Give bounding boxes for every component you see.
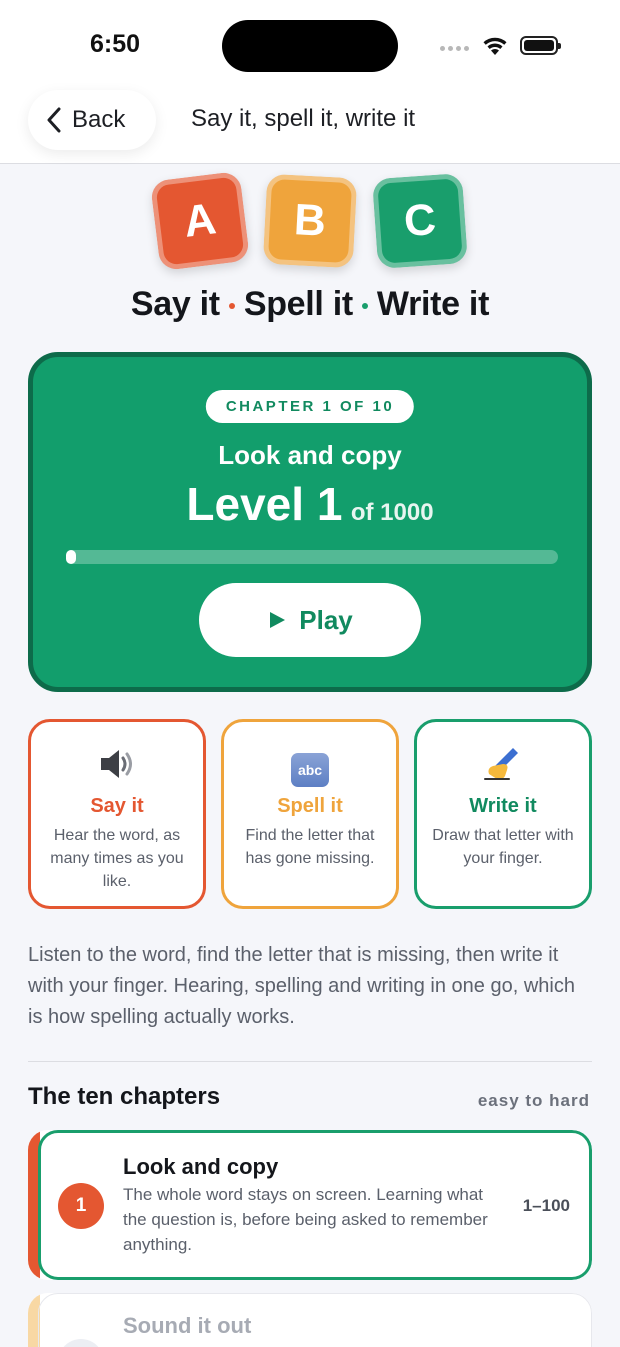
speaker-icon (31, 746, 203, 790)
logo-tile-c: C (371, 172, 469, 270)
section-title: The ten chapters (28, 1083, 221, 1110)
battery-icon (520, 36, 561, 55)
chapter-border (38, 1293, 592, 1347)
level-progress-bar (66, 550, 558, 564)
logo-tile-a: A (149, 170, 251, 272)
chapter-level-range: 1–100 (522, 1196, 570, 1215)
play-button[interactable]: Play (199, 583, 421, 657)
chapter-row-1[interactable]: 1 Look and copy The whole word stays on … (28, 1130, 592, 1280)
back-label: Back (72, 106, 126, 133)
mode-description: Draw that letter with your finger. (432, 827, 574, 867)
abc-icon: abc (224, 746, 396, 787)
mode-description: Find the letter that has gone missing. (245, 827, 375, 867)
dynamic-island (222, 20, 398, 72)
writing-hand-icon (417, 746, 589, 790)
chapter-badge: CHAPTER 1 OF 10 (205, 390, 415, 423)
tagline-say: Say it (130, 285, 220, 323)
status-bar: 6:50 (0, 0, 620, 90)
logo-tile-b: B (262, 173, 358, 269)
mode-title: Write it (469, 795, 537, 817)
separator-dot (228, 303, 235, 310)
chevron-left-icon (47, 107, 61, 133)
level-indicator: Level 1 of 1000 (33, 477, 587, 531)
level-progress-fill (66, 550, 76, 564)
cellular-signal-icon (440, 46, 469, 51)
mode-description: Hear the word, as many times as you like… (50, 827, 184, 890)
page-title: Say it, spell it, write it (191, 105, 416, 132)
chapter-name: Look and copy (218, 440, 402, 470)
intro-text: Listen to the word, find the letter that… (28, 944, 575, 1028)
separator-dot (361, 303, 368, 310)
level-label: Level 1 (186, 478, 343, 530)
status-time: 6:50 (90, 30, 141, 58)
chapter-row-2[interactable]: Sound it out (28, 1293, 592, 1347)
mode-card-write[interactable]: Write it Draw that letter with your fing… (414, 719, 592, 909)
divider (28, 1061, 592, 1062)
mode-card-say[interactable]: Say it Hear the word, as many times as y… (28, 719, 206, 909)
chapter-title: Look and copy (123, 1154, 279, 1179)
level-total: of 1000 (350, 499, 434, 526)
wifi-icon (483, 37, 507, 55)
current-level-card: CHAPTER 1 OF 10 Look and copy Level 1 of… (28, 352, 592, 692)
chapter-number-badge: 1 (58, 1183, 104, 1229)
mode-title: Say it (90, 795, 144, 817)
play-icon (270, 612, 286, 628)
tagline: Say it Spell it Write it (0, 285, 620, 324)
back-button[interactable]: Back (28, 90, 156, 150)
mode-card-spell[interactable]: abc Spell it Find the letter that has go… (221, 719, 399, 909)
tagline-spell: Spell it (243, 285, 353, 323)
chapter-description: The whole word stays on screen. Learning… (123, 1185, 488, 1254)
chapter-title: Sound it out (123, 1313, 252, 1338)
navigation-bar: Back Say it, spell it, write it (0, 90, 620, 164)
tagline-write: Write it (376, 285, 490, 323)
section-note: easy to hard (477, 1091, 590, 1110)
play-label: Play (299, 604, 353, 635)
mode-title: Spell it (277, 795, 343, 817)
